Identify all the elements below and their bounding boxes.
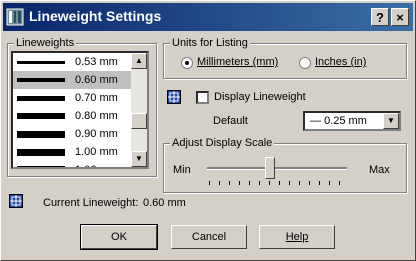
lineweight-list-item[interactable]: 1.00 mm — [13, 143, 147, 161]
scale-slider-track[interactable] — [207, 167, 347, 170]
slider-tick — [309, 181, 310, 185]
lineweight-swatch — [17, 130, 65, 138]
lineweight-item-label: 1.06 mm — [75, 164, 118, 167]
ok-button[interactable]: OK — [80, 224, 158, 250]
lineweight-item-label: 0.60 mm — [75, 74, 118, 86]
slider-tick — [299, 181, 300, 185]
lineweight-item-label: 0.90 mm — [75, 128, 118, 140]
slider-tick — [209, 181, 210, 185]
units-legend: Units for Listing — [170, 37, 250, 49]
scale-slider-thumb[interactable] — [265, 157, 275, 179]
slider-tick — [279, 181, 280, 185]
help-title-button[interactable]: ? — [371, 8, 389, 26]
millimeters-label[interactable]: Millimeters (mm) — [197, 56, 278, 68]
lineweight-swatch — [17, 166, 65, 167]
lineweight-item-label: 0.70 mm — [75, 92, 118, 104]
slider-tick — [259, 181, 260, 185]
help-button[interactable]: Help — [259, 225, 335, 249]
slider-tick — [339, 181, 340, 185]
default-lineweight-select[interactable]: — 0.25 mm ▼ — [303, 111, 401, 131]
lineweight-display-icon — [167, 90, 181, 104]
lineweight-list-item[interactable]: 0.53 mm — [13, 53, 147, 71]
lineweight-swatch — [17, 148, 65, 156]
scroll-up-button[interactable]: ▲ — [131, 53, 147, 69]
lineweight-list-item[interactable]: 0.90 mm — [13, 125, 147, 143]
lineweight-swatch — [17, 113, 65, 119]
current-lineweight-icon — [9, 194, 23, 208]
slider-tick — [239, 181, 240, 185]
display-lineweight-label[interactable]: Display Lineweight — [214, 91, 306, 103]
lineweight-swatch — [17, 60, 65, 64]
scale-min-label: Min — [173, 164, 191, 176]
lineweight-settings-dialog: Lineweight Settings ? × Lineweights 0.53… — [0, 0, 416, 261]
lineweight-list-item[interactable]: 0.80 mm — [13, 107, 147, 125]
lineweights-scrollbar[interactable]: ▲ ▼ — [131, 53, 147, 167]
cancel-button[interactable]: Cancel — [171, 225, 247, 249]
window-title: Lineweight Settings — [29, 8, 162, 24]
default-lineweight-value: — 0.25 mm — [310, 115, 367, 127]
close-button[interactable]: × — [391, 8, 409, 26]
lineweights-rows: 0.53 mm 0.60 mm 0.70 mm 0.80 mm 0.90 mm 1.00 … — [13, 53, 147, 167]
slider-tick — [229, 181, 230, 185]
inches-radio[interactable] — [299, 57, 311, 69]
lineweight-item-label: 0.53 mm — [75, 56, 118, 68]
chevron-down-icon[interactable]: ▼ — [383, 113, 399, 129]
slider-tick — [269, 181, 270, 185]
lineweights-list[interactable]: 0.53 mm 0.60 mm 0.70 mm 0.80 mm 0.90 mm 1.00 … — [11, 51, 149, 169]
millimeters-radio[interactable] — [181, 57, 193, 69]
title-bar[interactable]: Lineweight Settings ? × — [3, 3, 413, 31]
default-label: Default — [213, 115, 248, 127]
lineweight-item-label: 0.80 mm — [75, 110, 118, 122]
slider-tick — [329, 181, 330, 185]
scale-max-label: Max — [369, 164, 390, 176]
lineweight-swatch — [17, 78, 65, 82]
slider-tick — [219, 181, 220, 185]
scroll-thumb[interactable] — [131, 113, 147, 129]
lineweight-swatch — [17, 95, 65, 101]
lineweight-list-item[interactable]: 1.06 mm — [13, 161, 147, 167]
slider-tick — [249, 181, 250, 185]
current-lineweight-value: 0.60 mm — [143, 197, 186, 209]
lineweight-list-item[interactable]: 0.70 mm — [13, 89, 147, 107]
app-icon — [6, 8, 24, 26]
inches-label[interactable]: Inches (in) — [315, 56, 366, 68]
slider-tick — [319, 181, 320, 185]
lineweight-list-item[interactable]: 0.60 mm — [13, 71, 147, 89]
display-scale-legend: Adjust Display Scale — [170, 137, 275, 149]
slider-tick — [289, 181, 290, 185]
lineweights-legend: Lineweights — [14, 37, 77, 49]
lineweight-item-label: 1.00 mm — [75, 146, 118, 158]
display-lineweight-checkbox[interactable] — [196, 91, 209, 104]
scroll-down-button[interactable]: ▼ — [131, 151, 147, 167]
current-lineweight-label: Current Lineweight: — [43, 197, 139, 209]
